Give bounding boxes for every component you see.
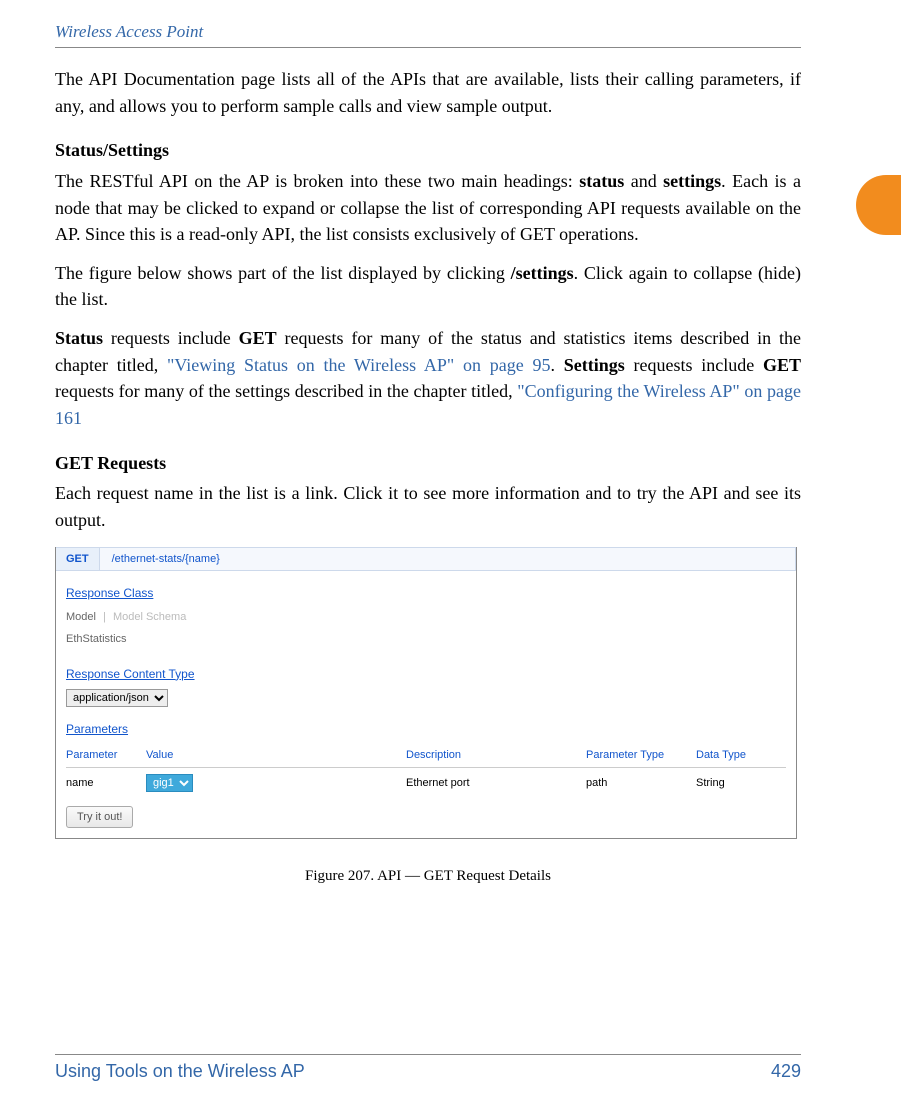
text: The figure below shows part of the list … bbox=[55, 263, 511, 283]
text: requests include bbox=[625, 355, 763, 375]
col-value: Value bbox=[146, 743, 406, 768]
bold-settings: settings bbox=[663, 171, 721, 191]
status-settings-heading: Status/Settings bbox=[55, 137, 801, 164]
get-requests-body: Each request name in the list is a link.… bbox=[55, 480, 801, 533]
content-type-select[interactable]: application/json bbox=[66, 689, 168, 707]
bold-get1: GET bbox=[239, 328, 277, 348]
api-endpoint-row[interactable]: GET /ethernet-stats/{name} bbox=[56, 547, 796, 571]
page-footer: Using Tools on the Wireless AP 429 bbox=[55, 1054, 801, 1082]
value-select[interactable]: gig1 bbox=[146, 774, 193, 792]
status-settings-para3: Status requests include GET requests for… bbox=[55, 325, 801, 432]
col-description: Description bbox=[406, 743, 586, 768]
text: . bbox=[551, 355, 564, 375]
model-tabs: Model | Model Schema bbox=[66, 609, 786, 625]
table-row: name gig1 Ethernet port path String bbox=[66, 768, 786, 799]
tab-model-schema[interactable]: Model Schema bbox=[113, 611, 186, 623]
cell-description: Ethernet port bbox=[406, 768, 586, 799]
table-header-row: Parameter Value Description Parameter Ty… bbox=[66, 743, 786, 768]
get-requests-heading: GET Requests bbox=[55, 450, 801, 477]
endpoint-path: /ethernet-stats/{name} bbox=[100, 547, 796, 571]
cell-value: gig1 bbox=[146, 768, 406, 799]
http-method-badge: GET bbox=[56, 547, 100, 571]
col-parameter: Parameter bbox=[66, 743, 146, 768]
status-settings-para2: The figure below shows part of the list … bbox=[55, 260, 801, 313]
bold-status-word: Status bbox=[55, 328, 103, 348]
bold-slash-settings: /settings bbox=[511, 263, 574, 283]
col-data-type: Data Type bbox=[696, 743, 786, 768]
api-get-panel: GET /ethernet-stats/{name} Response Clas… bbox=[55, 547, 797, 839]
text: The RESTful API on the AP is broken into… bbox=[55, 171, 579, 191]
footer-page-number: 429 bbox=[771, 1061, 801, 1082]
try-it-out-button[interactable]: Try it out! bbox=[66, 806, 133, 828]
figure-caption: Figure 207. API — GET Request Details bbox=[55, 865, 801, 887]
bold-settings-word: Settings bbox=[564, 355, 625, 375]
text: and bbox=[624, 171, 663, 191]
cell-dtype: String bbox=[696, 768, 786, 799]
response-class-label: Response Class bbox=[66, 585, 786, 603]
cell-param: name bbox=[66, 768, 146, 799]
text: requests include bbox=[103, 328, 239, 348]
tab-separator: | bbox=[103, 611, 106, 623]
parameters-label: Parameters bbox=[66, 721, 786, 739]
parameters-table: Parameter Value Description Parameter Ty… bbox=[66, 743, 786, 798]
header-rule bbox=[55, 47, 801, 48]
col-parameter-type: Parameter Type bbox=[586, 743, 696, 768]
bold-status: status bbox=[579, 171, 624, 191]
status-settings-para1: The RESTful API on the AP is broken into… bbox=[55, 168, 801, 248]
intro-paragraph: The API Documentation page lists all of … bbox=[55, 66, 801, 119]
footer-chapter: Using Tools on the Wireless AP bbox=[55, 1061, 305, 1082]
bold-get2: GET bbox=[763, 355, 801, 375]
text: requests for many of the settings descri… bbox=[55, 381, 517, 401]
response-content-type-label: Response Content Type bbox=[66, 666, 786, 684]
link-viewing-status[interactable]: "Viewing Status on the Wireless AP" on p… bbox=[167, 355, 551, 375]
cell-ptype: path bbox=[586, 768, 696, 799]
tab-model[interactable]: Model bbox=[66, 611, 96, 623]
model-name: EthStatistics bbox=[66, 631, 786, 647]
page-header: Wireless Access Point bbox=[55, 22, 801, 45]
